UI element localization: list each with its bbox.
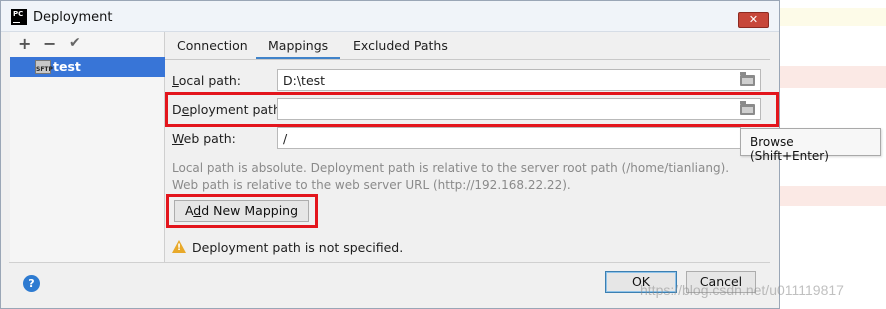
highlight-box-add-mapping xyxy=(166,194,318,228)
set-default-check-icon[interactable]: ✔ xyxy=(69,35,81,51)
server-list-toolbar: + − ✔ xyxy=(10,32,164,57)
web-path-field[interactable]: / xyxy=(277,127,741,149)
path-hint-line-1: Local path is absolute. Deployment path … xyxy=(172,161,730,175)
tab-connection[interactable]: Connection xyxy=(177,38,248,53)
footer-divider xyxy=(9,262,770,263)
title-bar: PC Deployment ✕ xyxy=(1,1,779,32)
server-list-item[interactable]: SFTP test xyxy=(10,57,165,77)
window-title: Deployment xyxy=(33,10,113,25)
server-label: test xyxy=(53,59,81,74)
web-path-value: / xyxy=(283,131,288,146)
server-list-panel: + − ✔ SFTP test xyxy=(10,32,165,263)
local-path-field[interactable]: D:\test xyxy=(277,69,761,91)
path-hint-line-2: Web path is relative to the web server U… xyxy=(172,178,571,192)
browse-tooltip: Browse (Shift+Enter) xyxy=(740,128,881,163)
tab-mappings[interactable]: Mappings xyxy=(268,38,328,53)
background-stripe xyxy=(780,8,886,26)
highlight-box-deployment-path xyxy=(165,92,779,127)
background-stripe xyxy=(780,66,886,88)
local-path-label: Local path: xyxy=(172,73,242,88)
add-server-icon[interactable]: + xyxy=(18,34,31,53)
local-path-value: D:\test xyxy=(283,73,326,88)
watermark: https://blog.csdn.net/u011119817 xyxy=(640,282,844,298)
pycharm-app-icon: PC xyxy=(11,9,27,25)
tab-bar: Connection Mappings Excluded Paths xyxy=(165,31,770,60)
warning-message: Deployment path is not specified. xyxy=(192,240,404,255)
background-stripe xyxy=(780,186,886,206)
remove-server-icon[interactable]: − xyxy=(43,34,56,53)
web-path-label: Web path: xyxy=(172,131,236,146)
sftp-server-icon: SFTP xyxy=(35,60,53,74)
close-button[interactable]: ✕ xyxy=(738,12,769,28)
tab-divider xyxy=(165,59,770,60)
warning-icon-mark: ! xyxy=(177,243,182,253)
help-icon[interactable]: ? xyxy=(23,275,40,292)
tab-excluded-paths[interactable]: Excluded Paths xyxy=(353,38,448,53)
folder-icon[interactable] xyxy=(740,72,755,86)
